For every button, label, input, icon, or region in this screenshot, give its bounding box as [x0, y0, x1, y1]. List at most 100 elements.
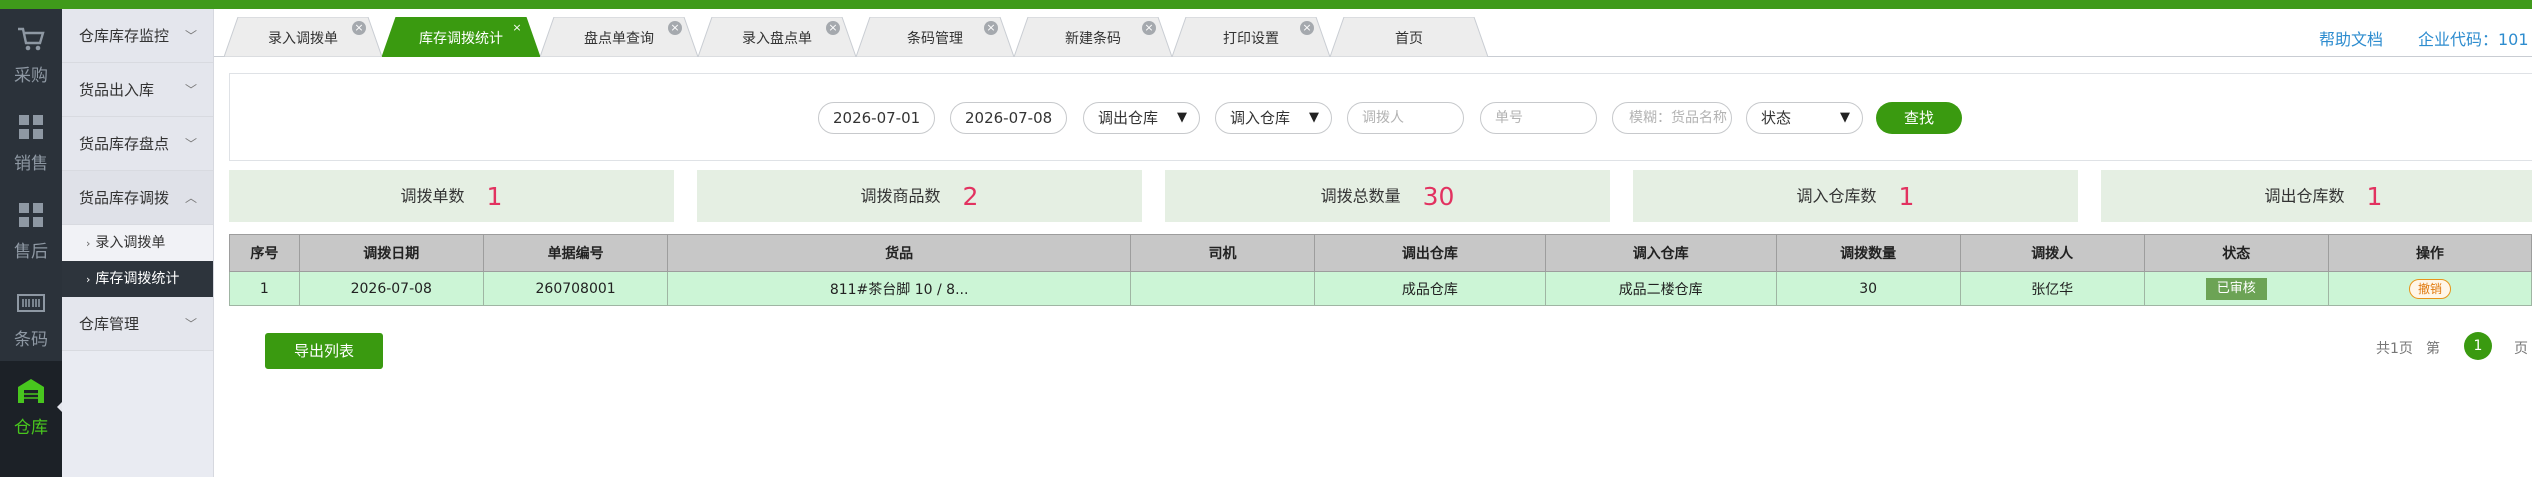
rail-label: 售后: [14, 242, 48, 262]
stat-label: 调拨商品数: [860, 186, 941, 206]
tab-enter-stocktake[interactable]: 录入盘点单 ×: [698, 17, 856, 57]
transfer-person-input[interactable]: 调拨人: [1347, 102, 1464, 134]
stat-label: 调拨单数: [400, 186, 465, 206]
top-brand-bar: [0, 0, 2532, 9]
col-header-in-wh[interactable]: 调入仓库: [1544, 234, 1777, 272]
status-select[interactable]: 状态 ▼: [1746, 102, 1863, 134]
menu-group-label: 货品库存调拨: [79, 189, 170, 207]
tab-barcode-mgmt[interactable]: 条码管理 ×: [856, 17, 1014, 57]
tab-enter-transfer[interactable]: 录入调拨单 ×: [224, 17, 382, 57]
stat-value: 1: [2366, 181, 2383, 211]
rail-item-sales[interactable]: 销售: [0, 97, 62, 185]
stat-value: 1: [1898, 181, 1915, 211]
rail-item-purchase[interactable]: 采购: [0, 9, 62, 97]
chevron-down-icon: ﹀: [184, 137, 197, 151]
warehouse-icon: [18, 379, 44, 403]
cell-person: 张亿华: [1959, 271, 2145, 306]
fuzzy-goods-input[interactable]: 模糊：货品名称: [1612, 102, 1732, 134]
tab-print-settings[interactable]: 打印设置 ×: [1172, 17, 1330, 57]
in-warehouse-select[interactable]: 调入仓库 ▼: [1215, 102, 1332, 134]
aftersale-grid-icon: [19, 203, 43, 227]
menu-group-warehouse-mgmt[interactable]: 仓库管理 ﹀: [62, 297, 213, 351]
export-list-button[interactable]: 导出列表: [265, 333, 383, 369]
rail-label: 采购: [14, 66, 48, 86]
menu-group-in-out[interactable]: 货品出入库 ﹀: [62, 63, 213, 117]
col-header-person[interactable]: 调拨人: [1959, 234, 2145, 272]
close-icon[interactable]: ×: [510, 21, 524, 35]
cell-code[interactable]: 260708001: [482, 271, 669, 306]
out-warehouse-select[interactable]: 调出仓库 ▼: [1083, 102, 1200, 134]
close-icon[interactable]: ×: [826, 21, 840, 35]
col-header-qty[interactable]: 调拨数量: [1775, 234, 1961, 272]
menu-group-stock-monitor[interactable]: 仓库库存监控 ﹀: [62, 9, 213, 63]
menu-group-label: 仓库管理: [79, 315, 140, 333]
tab-bar: 录入调拨单 × 库存调拨统计 × 盘点单查询 × 录入盘点单 × 条码管理 × …: [214, 9, 2532, 57]
tab-new-barcode[interactable]: 新建条码 ×: [1014, 17, 1172, 57]
revoke-button[interactable]: 撤销: [2408, 278, 2451, 299]
menu-item-label: 录入调拨单: [95, 235, 166, 251]
help-link[interactable]: 帮助文档: [2319, 26, 2383, 50]
module-rail: 采购 销售 售后 条码 仓库: [0, 9, 63, 477]
menu-item-enter-transfer[interactable]: › 录入调拨单: [62, 225, 213, 261]
menu-item-label: 库存调拨统计: [95, 271, 180, 287]
table-header-row: 序号 调拨日期 单据编号 货品 司机 调出仓库 调入仓库 调拨数量 调拨人 状态…: [229, 234, 2532, 272]
select-value: 调入仓库: [1230, 109, 1291, 127]
col-header-out-wh[interactable]: 调出仓库: [1314, 234, 1546, 272]
rail-item-barcode[interactable]: 条码: [0, 273, 62, 361]
stat-label: 调拨总数量: [1320, 186, 1401, 206]
pager-prefix: 第: [2426, 341, 2440, 357]
dropdown-arrow-icon: ▼: [1840, 110, 1850, 125]
rail-label: 条码: [14, 330, 48, 350]
tab-label: 首页: [1395, 31, 1423, 47]
filter-bar: 2026-07-01 2026-07-08 调出仓库 ▼ 调入仓库 ▼ 调拨人 …: [229, 73, 2532, 161]
chevron-up-icon: ︿: [184, 191, 197, 205]
menu-group-transfer[interactable]: 货品库存调拨 ︿: [62, 171, 213, 225]
company-code: 企业代码：101: [2418, 30, 2529, 49]
date-from-input[interactable]: 2026-07-01: [818, 102, 935, 134]
stat-in-warehouse-count: 调入仓库数 1: [1633, 170, 2078, 222]
close-icon[interactable]: ×: [984, 21, 998, 35]
main-content: 录入调拨单 × 库存调拨统计 × 盘点单查询 × 录入盘点单 × 条码管理 × …: [214, 9, 2532, 477]
search-button[interactable]: 查找: [1876, 102, 1962, 134]
table-row[interactable]: 1 2026-07-08 260708001 811#茶台脚 10 / 8...…: [229, 271, 2532, 306]
chevron-right-icon: ›: [86, 273, 91, 286]
close-icon[interactable]: ×: [1142, 21, 1156, 35]
date-to-input[interactable]: 2026-07-08: [950, 102, 1067, 134]
rail-item-warehouse[interactable]: 仓库: [0, 361, 63, 477]
pager-suffix: 页: [2514, 341, 2528, 357]
cell-date: 2026-07-08: [298, 271, 484, 306]
sales-grid-icon: [19, 115, 43, 139]
col-header-driver[interactable]: 司机: [1129, 234, 1316, 272]
col-header-status[interactable]: 状态: [2143, 234, 2329, 272]
close-icon[interactable]: ×: [668, 21, 682, 35]
col-header-no[interactable]: 序号: [229, 234, 300, 272]
rail-label: 销售: [14, 154, 48, 174]
tab-stocktake-query[interactable]: 盘点单查询 ×: [540, 17, 698, 57]
col-header-code[interactable]: 单据编号: [482, 234, 669, 272]
menu-group-stocktake[interactable]: 货品库存盘点 ﹀: [62, 117, 213, 171]
close-icon[interactable]: ×: [1300, 21, 1314, 35]
rail-item-aftersale[interactable]: 售后: [0, 185, 62, 273]
stat-label: 调入仓库数: [1796, 186, 1877, 206]
col-header-action: 操作: [2327, 234, 2532, 272]
cell-action: 撤销: [2327, 271, 2532, 306]
tab-home[interactable]: 首页: [1330, 17, 1488, 57]
menu-group-label: 货品出入库: [79, 81, 155, 99]
app-window: 采购 销售 售后 条码 仓库 仓库库存监控 ﹀ 货品出入库 ﹀ 货品库存盘点 ﹀…: [0, 0, 2532, 477]
tab-transfer-stats[interactable]: 库存调拨统计 ×: [382, 17, 540, 57]
stat-value: 1: [486, 181, 503, 211]
status-badge: 已审核: [2205, 277, 2267, 300]
pager-current-page[interactable]: 1: [2464, 332, 2492, 360]
chevron-down-icon: ﹀: [184, 29, 197, 43]
col-header-goods[interactable]: 货品: [667, 234, 1131, 272]
chevron-down-icon: ﹀: [184, 83, 197, 97]
menu-item-transfer-stats[interactable]: › 库存调拨统计: [62, 261, 213, 297]
order-number-input[interactable]: 单号: [1480, 102, 1597, 134]
col-header-date[interactable]: 调拨日期: [298, 234, 484, 272]
close-icon[interactable]: ×: [352, 21, 366, 35]
dropdown-arrow-icon: ▼: [1309, 110, 1319, 125]
stat-value: 30: [1422, 181, 1455, 211]
menu-group-label: 仓库库存监控: [79, 27, 170, 45]
select-value: 调出仓库: [1098, 109, 1159, 127]
dropdown-arrow-icon: ▼: [1177, 110, 1187, 125]
